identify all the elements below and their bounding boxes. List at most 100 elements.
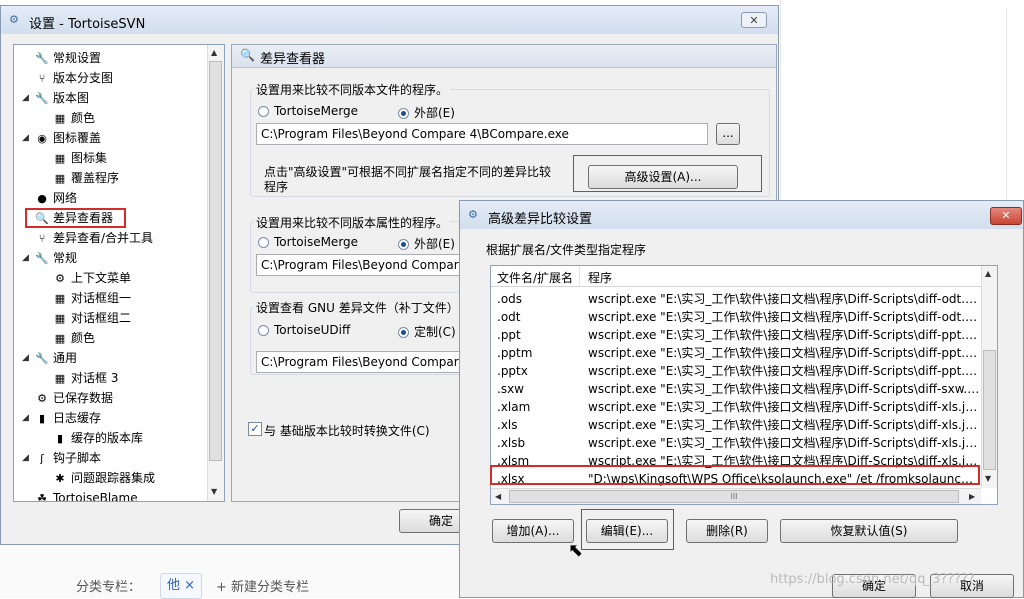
tree-item[interactable]: ◢ ▮ 日志缓存 xyxy=(22,409,101,427)
list-row[interactable]: .sxw wscript.exe "E:\实习_工作\软件\接口文档\程序\Dif… xyxy=(491,380,981,398)
list-vertical-scrollbar[interactable]: ▲ ▼ xyxy=(981,266,997,488)
scroll-up-icon[interactable]: ▲ xyxy=(211,48,217,57)
column-separator[interactable] xyxy=(579,266,580,286)
extension-cell: .ppt xyxy=(497,328,521,342)
palette-icon: ▦ xyxy=(54,332,66,345)
radio-tortoisemerge-2[interactable]: TortoiseMerge xyxy=(258,235,358,249)
tree-item[interactable]: ▦ 图标集 xyxy=(52,149,107,167)
list-horizontal-scrollbar[interactable]: ◀ III ▶ xyxy=(491,488,981,504)
tree-item[interactable]: ✱ 问题跟踪器集成 xyxy=(52,469,155,487)
close-icon[interactable]: ✕ xyxy=(990,207,1022,225)
tree-item[interactable]: ◢ 🔧 版本图 xyxy=(22,89,89,107)
tortoise-app-icon: ⚙ xyxy=(468,208,478,221)
tree-item-label: 图标覆盖 xyxy=(53,131,102,145)
tree-item[interactable]: ◢ 🔧 通用 xyxy=(22,349,77,367)
tree-item[interactable]: ☘ TortoiseBlame xyxy=(34,489,138,501)
tree-item-label: 钩子脚本 xyxy=(53,451,102,465)
expand-arrow-icon[interactable]: ◢ xyxy=(22,409,29,427)
tree-item[interactable]: ⚙ 上下文菜单 xyxy=(52,269,131,287)
tree-item[interactable]: ▦ 颜色 xyxy=(52,109,95,127)
list-row[interactable]: .xls wscript.exe "E:\实习_工作\软件\接口文档\程序\Dif… xyxy=(491,416,981,434)
restore-defaults-button[interactable]: 恢复默认值(S) xyxy=(780,519,958,543)
list-vertical-thumb[interactable] xyxy=(983,350,996,470)
radio-label: 外部(E) xyxy=(414,237,455,251)
tree-item-label: 对话框 3 xyxy=(71,371,119,385)
add-button[interactable]: 增加(A)... xyxy=(492,519,574,543)
scroll-down-icon[interactable]: ▼ xyxy=(985,474,991,483)
advanced-diff-dialog: ⚙ 高级差异比较设置 ✕ 根据扩展名/文件类型指定程序 文件名/扩展名 程序 .… xyxy=(459,200,1024,598)
tag-close-icon[interactable]: × xyxy=(184,578,195,593)
tree-item-label: 缓存的版本库 xyxy=(71,431,144,445)
extension-cell: .ods xyxy=(497,292,523,306)
cache-icon: ▮ xyxy=(56,432,64,445)
list-row[interactable]: .pptx wscript.exe "E:\实习_工作\软件\接口文档\程序\Di… xyxy=(491,362,981,380)
close-icon[interactable]: ✕ xyxy=(741,12,767,28)
new-category-button[interactable]: + 新建分类专栏 xyxy=(216,576,309,595)
list-row[interactable]: .xlam wscript.exe "E:\实习_工作\软件\接口文档\程序\Di… xyxy=(491,398,981,416)
radio-external-2[interactable]: 外部(E) xyxy=(398,235,455,252)
list-row[interactable]: .odt wscript.exe "E:\实习_工作\软件\接口文档\程序\Dif… xyxy=(491,308,981,326)
scroll-right-icon[interactable]: ▶ xyxy=(969,492,975,501)
radio-tortoisemerge-1[interactable]: TortoiseMerge xyxy=(258,104,358,118)
column-header-extension[interactable]: 文件名/扩展名 xyxy=(497,269,573,286)
tree-scrollbar[interactable]: ▲ ▼ xyxy=(207,45,224,501)
tree-item[interactable]: ◢ ◉ 图标覆盖 xyxy=(22,129,102,147)
radio-external-1[interactable]: 外部(E) xyxy=(398,104,455,121)
tree-item[interactable]: ⑂ 版本分支图 xyxy=(34,69,113,87)
expand-arrow-icon[interactable]: ◢ xyxy=(22,349,29,367)
settings-titlebar[interactable]: ⚙ 设置 - TortoiseSVN ✕ xyxy=(1,6,778,34)
scroll-down-icon[interactable]: ▼ xyxy=(211,487,217,496)
tree-item[interactable]: ◢ ʃ 钩子脚本 xyxy=(22,449,102,467)
expand-arrow-icon[interactable]: ◢ xyxy=(22,129,29,147)
delete-button[interactable]: 删除(R) xyxy=(686,519,768,543)
file-diff-path-input[interactable]: C:\Program Files\Beyond Compare 4\BCompa… xyxy=(256,123,708,145)
expand-arrow-icon[interactable]: ◢ xyxy=(22,449,29,467)
merge-icon: ⑂ xyxy=(38,232,46,245)
selected-item-highlight xyxy=(25,208,126,228)
tree-item[interactable]: ◢ 🔧 常规 xyxy=(22,249,77,267)
tree-item[interactable]: ▦ 颜色 xyxy=(52,329,95,347)
category-tag[interactable]: 他 × xyxy=(160,573,203,599)
panel-header: 🔍 差异查看器 xyxy=(232,45,776,68)
convert-files-checkbox[interactable]: ✓ xyxy=(248,422,262,436)
column-header-program[interactable]: 程序 xyxy=(588,269,612,286)
extension-cell: .pptm xyxy=(497,346,533,360)
convert-files-label: 与 基础版本比较时转换文件(C) xyxy=(264,424,430,438)
prop-diff-group-title: 设置用来比较不同版本属性的程序。 xyxy=(254,214,451,231)
radio-tortoiseudiff[interactable]: TortoiseUDiff xyxy=(258,323,350,337)
tree-item-label: 颜色 xyxy=(71,331,96,345)
list-row[interactable]: .ods wscript.exe "E:\实习_工作\软件\接口文档\程序\Dif… xyxy=(491,290,981,308)
tree-item[interactable]: ⚙ 已保存数据 xyxy=(34,389,113,407)
tree-item-label: 问题跟踪器集成 xyxy=(71,471,156,485)
scroll-up-icon[interactable]: ▲ xyxy=(985,269,991,278)
settings-tree[interactable]: 🔧 常规设置 ⑂ 版本分支图 ◢ 🔧 版本图 ▦ 颜色 ◢ ◉ 图标覆盖 ▦ 图标集 ▦ 覆盖程序 ● 网络 🔍 差异… xyxy=(13,44,225,502)
edit-button-highlight xyxy=(581,509,674,550)
tree-scroll-thumb[interactable] xyxy=(209,61,222,461)
advanced-dialog-titlebar[interactable]: ⚙ 高级差异比较设置 ✕ xyxy=(460,201,1023,229)
file-diff-group-title: 设置用来比较不同版本文件的程序。 xyxy=(254,81,451,98)
tree-item[interactable]: ▦ 对话框组二 xyxy=(52,309,131,327)
tree-item[interactable]: ⑂ 差异查看/合并工具 xyxy=(34,229,153,247)
list-horizontal-thumb[interactable]: III xyxy=(509,490,959,503)
gear-icon: ⚙ xyxy=(37,392,47,405)
tree-item[interactable]: ▦ 对话框 3 xyxy=(52,369,119,387)
tree-item[interactable]: ● 网络 xyxy=(34,189,77,207)
branch-icon: ⑂ xyxy=(38,72,46,85)
tree-item[interactable]: 🔧 常规设置 xyxy=(34,49,101,67)
program-cell: wscript.exe "E:\实习_工作\软件\接口文档\程序\Diff-Sc… xyxy=(588,418,980,432)
tree-item[interactable]: ▦ 对话框组一 xyxy=(52,289,131,307)
expand-arrow-icon[interactable]: ◢ xyxy=(22,89,29,107)
tree-item-label: 已保存数据 xyxy=(53,391,114,405)
expand-arrow-icon[interactable]: ◢ xyxy=(22,249,29,267)
tree-item-label: 对话框组一 xyxy=(71,291,132,305)
radio-custom[interactable]: 定制(C) xyxy=(398,323,456,340)
tree-item[interactable]: ▦ 覆盖程序 xyxy=(52,169,119,187)
palette-icon: ▦ xyxy=(54,152,66,165)
browse-button[interactable]: ... xyxy=(716,123,740,145)
scroll-left-icon[interactable]: ◀ xyxy=(495,492,501,501)
extension-cell: .odt xyxy=(497,310,521,324)
list-row[interactable]: .pptm wscript.exe "E:\实习_工作\软件\接口文档\程序\Di… xyxy=(491,344,981,362)
list-row[interactable]: .xlsb wscript.exe "E:\实习_工作\软件\接口文档\程序\Di… xyxy=(491,434,981,452)
tree-item[interactable]: ▮ 缓存的版本库 xyxy=(52,429,143,447)
list-row[interactable]: .ppt wscript.exe "E:\实习_工作\软件\接口文档\程序\Dif… xyxy=(491,326,981,344)
